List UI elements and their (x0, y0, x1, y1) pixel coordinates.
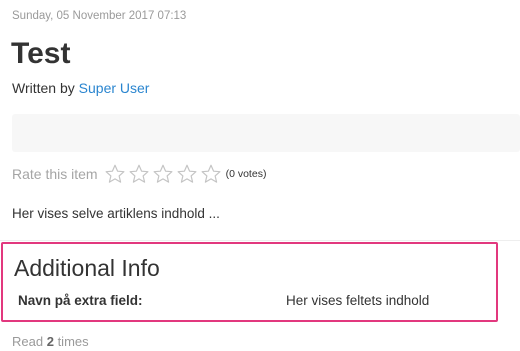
article-date: Sunday, 05 November 2017 07:13 (12, 10, 187, 22)
hits-count: 2 (46, 334, 54, 349)
star-outline-icon[interactable] (104, 163, 126, 185)
extra-field-value: Her vises feltets indhold (286, 293, 430, 308)
extra-fields-heading: Additional Info (14, 255, 160, 281)
hits-prefix: Read (12, 334, 44, 349)
rating-stars (104, 163, 222, 185)
article-byline: Written by Super User (12, 80, 149, 96)
star-outline-icon[interactable] (128, 163, 150, 185)
section-divider (0, 240, 520, 241)
extra-fields-section: Additional Info Navn på extra field: Her… (1, 242, 498, 322)
author-link[interactable]: Super User (79, 80, 150, 96)
star-outline-icon[interactable] (200, 163, 222, 185)
extra-field-label: Navn på extra field: (18, 293, 143, 308)
byline-prefix: Written by (12, 80, 75, 96)
rating-votes: (0 votes) (225, 168, 267, 180)
article-title: Test (11, 37, 71, 70)
hits-suffix: times (57, 334, 89, 349)
article-hits: Read 2 times (12, 334, 89, 349)
article-toolbar (12, 114, 520, 152)
star-outline-icon[interactable] (152, 163, 174, 185)
rating-widget: Rate this item (0 votes) (12, 162, 266, 186)
rating-label: Rate this item (12, 166, 98, 182)
article-fulltext: Her vises selve artiklens indhold ... (12, 206, 220, 221)
star-outline-icon[interactable] (176, 163, 198, 185)
